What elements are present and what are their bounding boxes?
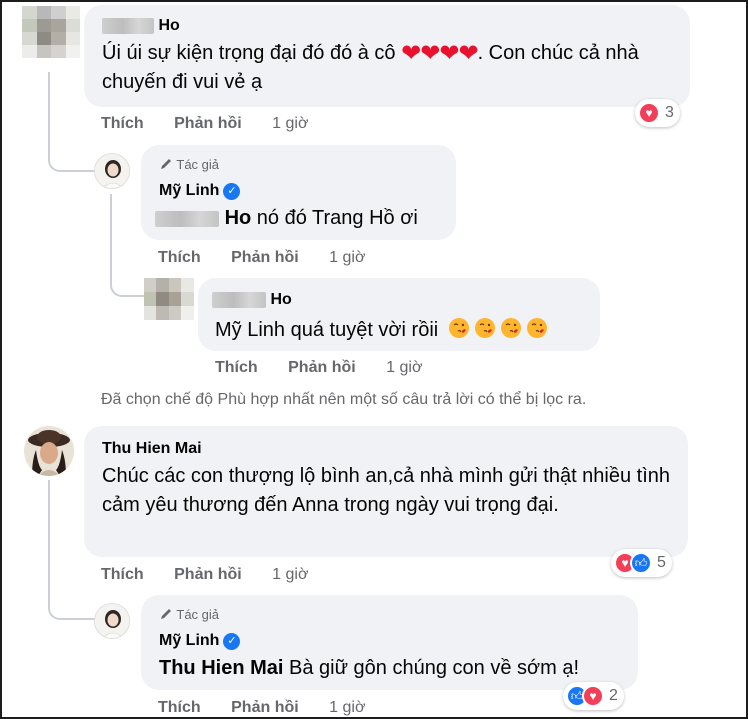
- reaction-summary[interactable]: ♥ 👍︎ 5: [611, 549, 672, 577]
- blurred-name: [212, 291, 266, 308]
- reply-button[interactable]: Phản hồi: [174, 566, 242, 583]
- like-button[interactable]: Thích: [101, 115, 144, 132]
- comment-actions: Thích Phản hồi 1 giờ: [158, 699, 391, 717]
- love-reaction-icon: ♥: [582, 685, 604, 707]
- reply-text: Thu Hien Mai Bà giữ gôn chúng con về sớm…: [159, 657, 580, 679]
- commenter-name[interactable]: Thu Hien Mai: [102, 440, 202, 458]
- blurred-name: [102, 17, 154, 34]
- timestamp[interactable]: 1 giờ: [329, 699, 365, 716]
- reply-text: Ho nó đó Trang Hồ ơi: [155, 204, 418, 233]
- verified-badge-icon: ✓: [223, 633, 241, 650]
- reply-bubble: Tác giả Mỹ Linh ✓ Ho nó đó Trang Hồ ơi: [141, 145, 456, 240]
- commenter-name[interactable]: Mỹ Linh ✓: [159, 182, 241, 200]
- avatar[interactable]: [144, 278, 194, 320]
- reaction-summary[interactable]: 👍︎ ♥ 2: [563, 682, 624, 710]
- comment-actions: Thích Phản hồi 1 giờ: [101, 566, 334, 584]
- mention-link[interactable]: Ho: [225, 207, 252, 229]
- like-reaction-icon: 👍︎: [630, 552, 652, 574]
- timestamp[interactable]: 1 giờ: [386, 359, 422, 376]
- timestamp[interactable]: 1 giờ: [272, 566, 308, 583]
- comment-text: Chúc các con thượng lộ bình an,cả nhà mì…: [102, 465, 671, 516]
- avatar[interactable]: [22, 6, 80, 58]
- comment-thread: Ho Úi úi sự kiện trọng đại đó đó à cô ❤❤…: [0, 0, 748, 719]
- verified-badge-icon: ✓: [223, 183, 241, 200]
- face-blowing-kiss-emoji: [474, 318, 495, 338]
- commenter-name[interactable]: Mỹ Linh ✓: [159, 632, 241, 650]
- blurred-name: [155, 210, 219, 227]
- face-blowing-kiss-emoji: [448, 318, 469, 338]
- author-pen-icon: [161, 609, 171, 619]
- reply-button[interactable]: Phản hồi: [174, 115, 242, 132]
- filter-notice: Đã chọn chế độ Phù hợp nhất nên một số c…: [101, 391, 587, 408]
- love-reaction-icon: ♥: [638, 102, 660, 124]
- avatar[interactable]: [94, 603, 130, 639]
- commenter-name[interactable]: Ho: [102, 17, 180, 35]
- like-button[interactable]: Thích: [158, 699, 201, 716]
- comment-text: Úi úi sự kiện trọng đại đó đó à cô ❤❤❤❤.…: [102, 40, 639, 93]
- face-blowing-kiss-emoji: [526, 318, 547, 338]
- comment-actions: Thích Phản hồi 1 giờ: [158, 249, 391, 267]
- timestamp[interactable]: 1 giờ: [329, 249, 365, 266]
- reaction-summary[interactable]: ♥ 3: [635, 99, 680, 127]
- reply-button[interactable]: Phản hồi: [231, 699, 299, 716]
- reply-button[interactable]: Phản hồi: [231, 249, 299, 266]
- thread-line: [110, 194, 144, 297]
- comment-bubble: Thu Hien Mai Chúc các con thượng lộ bình…: [84, 426, 688, 557]
- like-button[interactable]: Thích: [101, 566, 144, 583]
- mention-link[interactable]: Thu Hien Mai: [159, 657, 283, 679]
- comment-actions: Thích Phản hồi 1 giờ: [101, 115, 334, 133]
- red-heart-emoji: ❤❤❤❤: [401, 40, 478, 67]
- author-pen-icon: [161, 159, 171, 169]
- face-blowing-kiss-emoji: [500, 318, 521, 338]
- comment-bubble: Ho Úi úi sự kiện trọng đại đó đó à cô ❤❤…: [84, 5, 690, 107]
- timestamp[interactable]: 1 giờ: [272, 115, 308, 132]
- like-button[interactable]: Thích: [158, 249, 201, 266]
- reply-bubble: Ho Mỹ Linh quá tuyệt vời rồii: [198, 278, 600, 351]
- avatar[interactable]: [24, 426, 74, 476]
- reply-bubble: Tác giả Mỹ Linh ✓ Thu Hien Mai Bà giữ gôn…: [141, 595, 638, 690]
- author-badge: Tác giả: [159, 157, 219, 172]
- reply-text: Mỹ Linh quá tuyệt vời rồii: [215, 316, 552, 345]
- avatar[interactable]: [94, 153, 130, 189]
- reply-button[interactable]: Phản hồi: [288, 359, 356, 376]
- commenter-name[interactable]: Ho: [212, 291, 292, 309]
- author-badge: Tác giả: [159, 607, 219, 622]
- like-button[interactable]: Thích: [215, 359, 258, 376]
- comment-actions: Thích Phản hồi 1 giờ: [215, 359, 448, 377]
